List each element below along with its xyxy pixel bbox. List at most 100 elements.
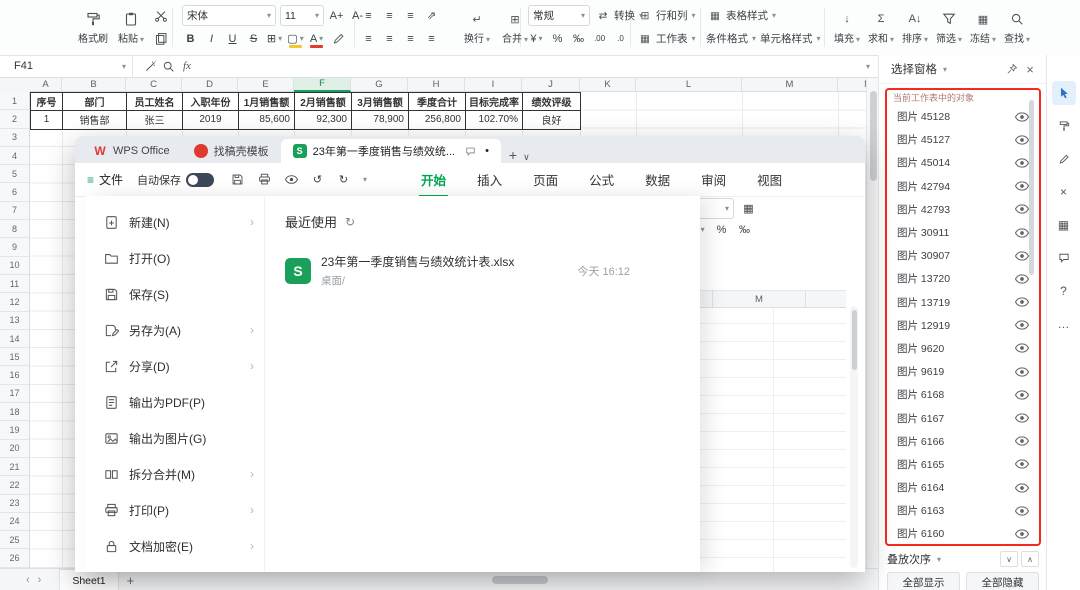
orientation-icon[interactable]: ⇗: [423, 7, 440, 25]
visibility-eye-icon[interactable]: [1013, 293, 1031, 311]
freeze-button[interactable]: ▦ 冻结 ▾: [968, 5, 998, 50]
file-menu-item[interactable]: 另存为(A) ›: [85, 312, 264, 348]
borders-icon[interactable]: ⊞ ▾: [266, 30, 283, 48]
table-header-cell[interactable]: 部门: [63, 93, 127, 112]
magic-wand-icon[interactable]: [141, 57, 159, 75]
ribbon-tab-插入[interactable]: 插入: [475, 166, 504, 193]
row-header-8[interactable]: 8: [0, 220, 30, 239]
undo-icon[interactable]: ↺: [309, 171, 326, 189]
table-cell[interactable]: 256,800: [409, 111, 466, 130]
row-header-13[interactable]: 13: [0, 311, 30, 330]
zoom-icon[interactable]: [159, 57, 177, 75]
table-cell[interactable]: 2019: [183, 111, 239, 130]
align-left-icon[interactable]: ≡: [360, 30, 377, 48]
row-header-24[interactable]: 24: [0, 512, 30, 532]
selection-pane-item[interactable]: 图片 6166: [887, 430, 1039, 453]
row-header-23[interactable]: 23: [0, 494, 30, 513]
filter-button[interactable]: 筛选 ▾: [934, 5, 964, 50]
table-header-cell[interactable]: 员工姓名: [127, 93, 183, 112]
selection-pane-item[interactable]: 图片 13720: [887, 267, 1039, 290]
row-header-6[interactable]: 6: [0, 183, 30, 202]
rows-cols-button[interactable]: ⊞ 行和列 ▾: [636, 7, 696, 25]
decrease-decimal-icon[interactable]: .0: [612, 30, 629, 48]
file-menu-item[interactable]: 打印(P) ›: [85, 492, 264, 528]
wrap-text-button[interactable]: ↵ 换行 ▾: [460, 5, 494, 50]
redo-icon[interactable]: ↻: [335, 171, 352, 189]
edit-icon[interactable]: [1052, 147, 1076, 171]
file-menu-item[interactable]: 保存(S): [85, 276, 264, 312]
column-header-K[interactable]: K: [580, 77, 636, 92]
row-header-22[interactable]: 22: [0, 476, 30, 495]
italic-button[interactable]: I: [203, 30, 220, 48]
selection-pane-item[interactable]: 图片 45127: [887, 128, 1039, 151]
row-header-14[interactable]: 14: [0, 329, 30, 349]
row-header-12[interactable]: 12: [0, 293, 30, 312]
row-header-25[interactable]: 25: [0, 531, 30, 550]
merge-cells-button[interactable]: ⊞ 合并 ▾: [498, 5, 532, 50]
row-header-10[interactable]: 10: [0, 256, 30, 275]
font-color-icon[interactable]: A ▾: [308, 30, 325, 48]
add-sheet-icon[interactable]: +: [127, 573, 135, 588]
next-sheet-icon[interactable]: ›: [38, 574, 42, 586]
file-menu-item[interactable]: 拆分合并(M) ›: [85, 456, 264, 492]
show-all-button[interactable]: 全部显示: [887, 572, 960, 590]
table-cell[interactable]: 销售部: [63, 111, 127, 130]
comment-bubble-icon[interactable]: [461, 142, 479, 160]
column-header-A[interactable]: A: [30, 77, 62, 92]
column-header-L[interactable]: L: [636, 77, 742, 92]
increase-font-icon[interactable]: A+: [328, 7, 345, 25]
name-box[interactable]: F41 ▾: [0, 55, 133, 77]
fill-color-icon[interactable]: ▢ ▾: [287, 30, 304, 48]
expand-formula-bar-icon[interactable]: ▾: [866, 62, 870, 71]
find-button[interactable]: 查找 ▾: [1002, 5, 1032, 50]
insert-function-button[interactable]: fx: [183, 60, 191, 72]
column-header-I[interactable]: I: [465, 77, 522, 92]
column-header-C[interactable]: C: [126, 77, 182, 92]
prev-sheet-icon[interactable]: ‹: [26, 574, 30, 586]
popup-tab-wps[interactable]: W WPS Office: [81, 139, 182, 163]
visibility-eye-icon[interactable]: [1013, 432, 1031, 450]
justify-icon[interactable]: ≡: [423, 30, 440, 48]
worksheet-button[interactable]: ▦ 工作表 ▾: [636, 30, 695, 48]
autosave-control[interactable]: 自动保存: [137, 172, 215, 188]
ribbon-tab-公式[interactable]: 公式: [587, 166, 616, 193]
row-header-21[interactable]: 21: [0, 457, 30, 477]
font-size-select[interactable]: 11 ▾: [280, 5, 324, 26]
preview-icon[interactable]: [282, 171, 300, 189]
row-header-4[interactable]: 4: [0, 146, 30, 166]
ribbon-tab-开始[interactable]: 开始: [419, 166, 449, 197]
new-tab-icon[interactable]: +: [509, 147, 517, 163]
copy-icon[interactable]: [152, 30, 170, 48]
column-header-J[interactable]: J: [522, 77, 580, 92]
visibility-eye-icon[interactable]: [1013, 479, 1031, 497]
selection-pane-item[interactable]: 图片 9619: [887, 360, 1039, 383]
sort-button[interactable]: A↓ 排序 ▾: [900, 5, 930, 50]
row-header-11[interactable]: 11: [0, 274, 30, 294]
visibility-eye-icon[interactable]: [1013, 339, 1031, 357]
row-header-1[interactable]: 1: [0, 92, 30, 111]
table-style-button[interactable]: ▦ 表格样式 ▾: [706, 7, 776, 25]
move-up-icon[interactable]: ∧: [1021, 551, 1039, 567]
ribbon-tab-页面[interactable]: 页面: [531, 166, 560, 193]
table-cell[interactable]: 良好: [523, 111, 581, 130]
align-right-icon[interactable]: ≡: [402, 30, 419, 48]
help-icon[interactable]: ?: [1052, 279, 1076, 303]
row-header-7[interactable]: 7: [0, 201, 30, 221]
visibility-eye-icon[interactable]: [1013, 409, 1031, 427]
move-down-icon[interactable]: ∨: [1000, 551, 1018, 567]
row-header-19[interactable]: 19: [0, 421, 30, 440]
align-top-icon[interactable]: ≡: [360, 7, 377, 25]
table-cell[interactable]: 102.70%: [466, 111, 523, 130]
file-menu-item[interactable]: 文档加密(E) ›: [85, 528, 264, 564]
table-header-cell[interactable]: 3月销售额: [352, 93, 409, 112]
table-cell[interactable]: 1: [31, 111, 63, 130]
format-painter-button[interactable]: 格式刷: [76, 5, 110, 50]
delete-icon[interactable]: ×: [1052, 180, 1076, 204]
table-header-cell[interactable]: 季度合计: [409, 93, 466, 112]
column-header-M[interactable]: M: [742, 77, 838, 92]
table-cell[interactable]: 92,300: [295, 111, 352, 130]
column-header-G[interactable]: G: [351, 77, 408, 92]
underline-button[interactable]: U: [224, 30, 241, 48]
print-icon[interactable]: [255, 171, 273, 189]
percent-format-icon[interactable]: %: [549, 30, 566, 48]
